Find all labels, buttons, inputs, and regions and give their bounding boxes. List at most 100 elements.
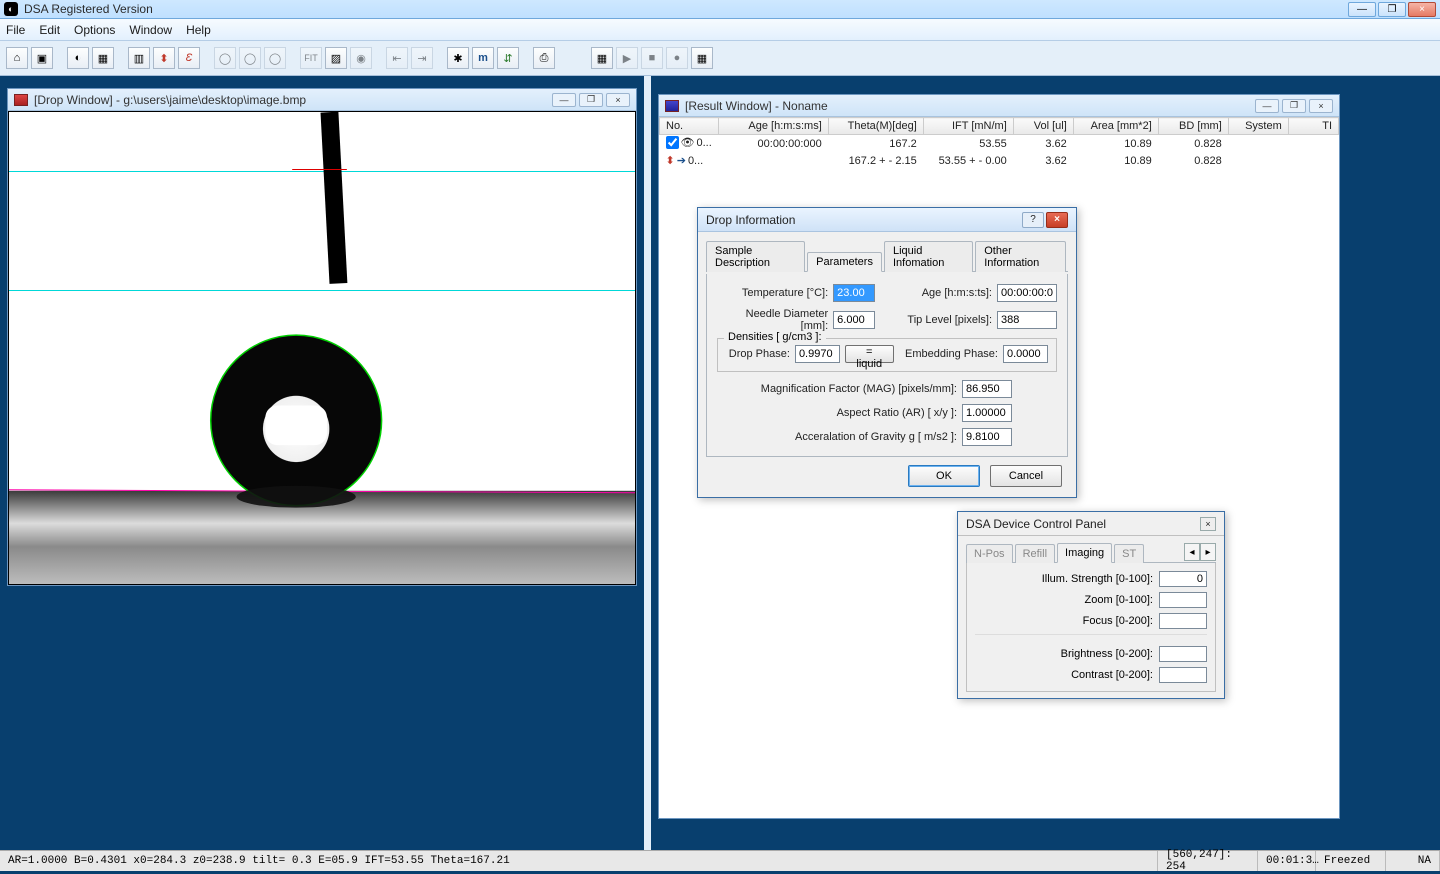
drop-image[interactable]	[8, 111, 636, 585]
mag-input[interactable]	[962, 380, 1012, 398]
gravity-label: Acceralation of Gravity g [ m/s2 ]:	[717, 431, 957, 443]
tab-refill[interactable]: Refill	[1015, 544, 1055, 563]
toolbar-btn-4[interactable]: ▦	[92, 47, 114, 69]
panel-titlebar[interactable]: DSA Device Control Panel ×	[958, 512, 1224, 536]
result-window-titlebar[interactable]: [Result Window] - Noname — ❐ ×	[659, 95, 1339, 117]
brightness-input[interactable]	[1159, 646, 1207, 662]
toolbar-record-button[interactable]: ●	[666, 47, 688, 69]
tab-sample-description[interactable]: Sample Description	[706, 241, 805, 272]
toolbar-btn-3[interactable]: ◐	[67, 47, 89, 69]
toolbar-btn-2[interactable]: ▣	[31, 47, 53, 69]
minimize-button[interactable]: —	[1348, 2, 1376, 17]
toolbar-btn-1[interactable]: ⌂	[6, 47, 28, 69]
device-control-panel: DSA Device Control Panel × N-Pos Refill …	[957, 511, 1225, 699]
toolbar-btn-8[interactable]: ◯	[214, 47, 236, 69]
menu-edit[interactable]: Edit	[39, 23, 60, 37]
result-window-title: [Result Window] - Noname	[685, 99, 828, 113]
toolbar-btn-13[interactable]: ⇤	[386, 47, 408, 69]
menu-file[interactable]: File	[6, 23, 25, 37]
focus-input[interactable]	[1159, 613, 1207, 629]
panel-close-button[interactable]: ×	[1200, 517, 1216, 531]
toolbar-btn-print[interactable]: ⎙	[533, 47, 555, 69]
toolbar-btn-18[interactable]: ▦	[691, 47, 713, 69]
chart-icon: ⬍	[666, 154, 675, 167]
tab-parameters[interactable]: Parameters	[807, 252, 882, 272]
tab-npos[interactable]: N-Pos	[966, 544, 1013, 563]
toolbar-btn-10[interactable]: ◯	[264, 47, 286, 69]
col-ti[interactable]: TI	[1288, 118, 1338, 135]
toolbar-btn-fit[interactable]: FIT	[300, 47, 322, 69]
gravity-input[interactable]	[962, 428, 1012, 446]
densities-fieldset: Densities [ g/cm3 ]: Drop Phase: = liqui…	[717, 338, 1057, 372]
temperature-label: Temperature [°C]:	[717, 287, 828, 299]
drop-phase-input[interactable]	[795, 345, 840, 363]
illum-input[interactable]	[1159, 571, 1207, 587]
tip-input[interactable]	[997, 311, 1057, 329]
zoom-input[interactable]	[1159, 592, 1207, 608]
zoom-label: Zoom [0-100]:	[1085, 594, 1153, 606]
embedding-input[interactable]	[1003, 345, 1048, 363]
result-window-min[interactable]: —	[1255, 99, 1279, 113]
splitter[interactable]	[644, 76, 651, 850]
contrast-input[interactable]	[1159, 667, 1207, 683]
menu-help[interactable]: Help	[186, 23, 211, 37]
toolbar-btn-6[interactable]: ⬍	[153, 47, 175, 69]
result-window-max[interactable]: ❐	[1282, 99, 1306, 113]
col-bd[interactable]: BD [mm]	[1158, 118, 1228, 135]
row-checkbox[interactable]	[666, 136, 679, 149]
toolbar-stop-button[interactable]: ■	[641, 47, 663, 69]
dialog-titlebar[interactable]: Drop Information ? ×	[698, 208, 1076, 232]
result-table[interactable]: No. Age [h:m:s:ms] Theta(M)[deg] IFT [mN…	[659, 117, 1339, 168]
toolbar-btn-16[interactable]: ⇵	[497, 47, 519, 69]
result-window: [Result Window] - Noname — ❐ × No. Age […	[658, 94, 1340, 819]
arrow-icon: ➔	[677, 154, 686, 167]
result-window-close[interactable]: ×	[1309, 99, 1333, 113]
drop-window-min[interactable]: —	[552, 93, 576, 107]
ok-button[interactable]: OK	[908, 465, 980, 487]
table-row[interactable]: 👁 0... 00:00:00:000 167.2 53.55 3.62 10.…	[660, 135, 1339, 154]
close-button[interactable]: ×	[1408, 2, 1436, 17]
col-system[interactable]: System	[1228, 118, 1288, 135]
age-input[interactable]	[997, 284, 1057, 302]
tab-scroll-right[interactable]: ▸	[1200, 543, 1216, 561]
toolbar-btn-17[interactable]: ▦	[591, 47, 613, 69]
tab-st[interactable]: ST	[1114, 544, 1144, 563]
needle-input[interactable]	[833, 311, 875, 329]
toolbar-btn-15[interactable]: ✱	[447, 47, 469, 69]
cancel-button[interactable]: Cancel	[990, 465, 1062, 487]
dialog-close-button[interactable]: ×	[1046, 212, 1068, 228]
toolbar-btn-7[interactable]: Ɛ	[178, 47, 200, 69]
menu-options[interactable]: Options	[74, 23, 115, 37]
col-area[interactable]: Area [mm*2]	[1073, 118, 1158, 135]
toolbar-btn-m[interactable]: m	[472, 47, 494, 69]
temperature-input[interactable]	[833, 284, 875, 302]
equals-liquid-button[interactable]: = liquid	[845, 345, 894, 363]
col-theta[interactable]: Theta(M)[deg]	[828, 118, 923, 135]
col-vol[interactable]: Vol [ul]	[1013, 118, 1073, 135]
toolbar-btn-14[interactable]: ⇥	[411, 47, 433, 69]
result-window-icon	[665, 100, 679, 112]
toolbar-btn-11[interactable]: ▨	[325, 47, 347, 69]
mag-label: Magnification Factor (MAG) [pixels/mm]:	[717, 383, 957, 395]
drop-window-icon	[14, 94, 28, 106]
toolbar-play-button[interactable]: ▶	[616, 47, 638, 69]
tab-imaging[interactable]: Imaging	[1057, 543, 1112, 563]
toolbar-btn-12[interactable]: ◉	[350, 47, 372, 69]
table-row[interactable]: ⬍➔0... 167.2 + - 2.15 53.55 + - 0.00 3.6…	[660, 153, 1339, 168]
tab-other-information[interactable]: Other Information	[975, 241, 1066, 272]
menu-window[interactable]: Window	[129, 23, 172, 37]
col-age[interactable]: Age [h:m:s:ms]	[718, 118, 828, 135]
ar-input[interactable]	[962, 404, 1012, 422]
drop-window-titlebar[interactable]: [Drop Window] - g:\users\jaime\desktop\i…	[8, 89, 636, 111]
drop-window-close[interactable]: ×	[606, 93, 630, 107]
toolbar-btn-5[interactable]: ▥	[128, 47, 150, 69]
toolbar-btn-9[interactable]: ◯	[239, 47, 261, 69]
col-no[interactable]: No.	[660, 118, 719, 135]
maximize-button[interactable]: ❐	[1378, 2, 1406, 17]
dialog-title: Drop Information	[706, 213, 795, 227]
tab-scroll-left[interactable]: ◂	[1184, 543, 1200, 561]
col-ift[interactable]: IFT [mN/m]	[923, 118, 1013, 135]
dialog-help-button[interactable]: ?	[1022, 212, 1044, 228]
drop-window-max[interactable]: ❐	[579, 93, 603, 107]
tab-liquid-information[interactable]: Liquid Infomation	[884, 241, 973, 272]
